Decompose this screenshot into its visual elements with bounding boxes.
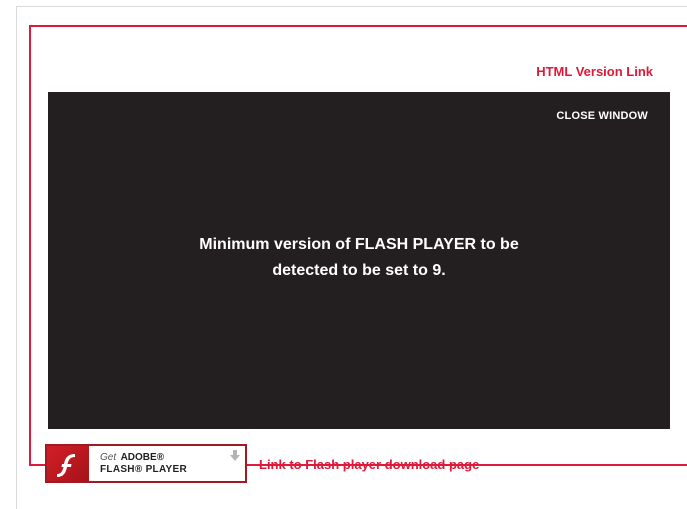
flash-badge-text: Get ADOBE® FLASH® PLAYER (100, 450, 187, 476)
flash-logo-icon (47, 446, 89, 481)
get-flash-player-badge[interactable]: Get ADOBE® FLASH® PLAYER (45, 444, 247, 483)
get-label: Get (100, 452, 117, 463)
flash-download-link[interactable]: Link to Flash player download page (259, 457, 479, 472)
close-window-button[interactable]: CLOSE WINDOW (556, 110, 648, 122)
top-divider (16, 6, 687, 7)
flash-version-message: Minimum version of FLASH PLAYER to be de… (48, 232, 670, 284)
message-line-2: detected to be set to 9. (272, 262, 446, 279)
message-line-1: Minimum version of FLASH PLAYER to be (199, 236, 519, 253)
flash-stage: CLOSE WINDOW Minimum version of FLASH PL… (48, 92, 670, 429)
download-arrow-icon (230, 449, 240, 467)
adobe-label: ADOBE® (120, 452, 165, 463)
html-version-link[interactable]: HTML Version Link (536, 64, 653, 79)
flash-player-label: FLASH® PLAYER (100, 464, 188, 475)
page: HTML Version Link CLOSE WINDOW Minimum v… (0, 0, 687, 509)
left-divider (16, 6, 17, 509)
